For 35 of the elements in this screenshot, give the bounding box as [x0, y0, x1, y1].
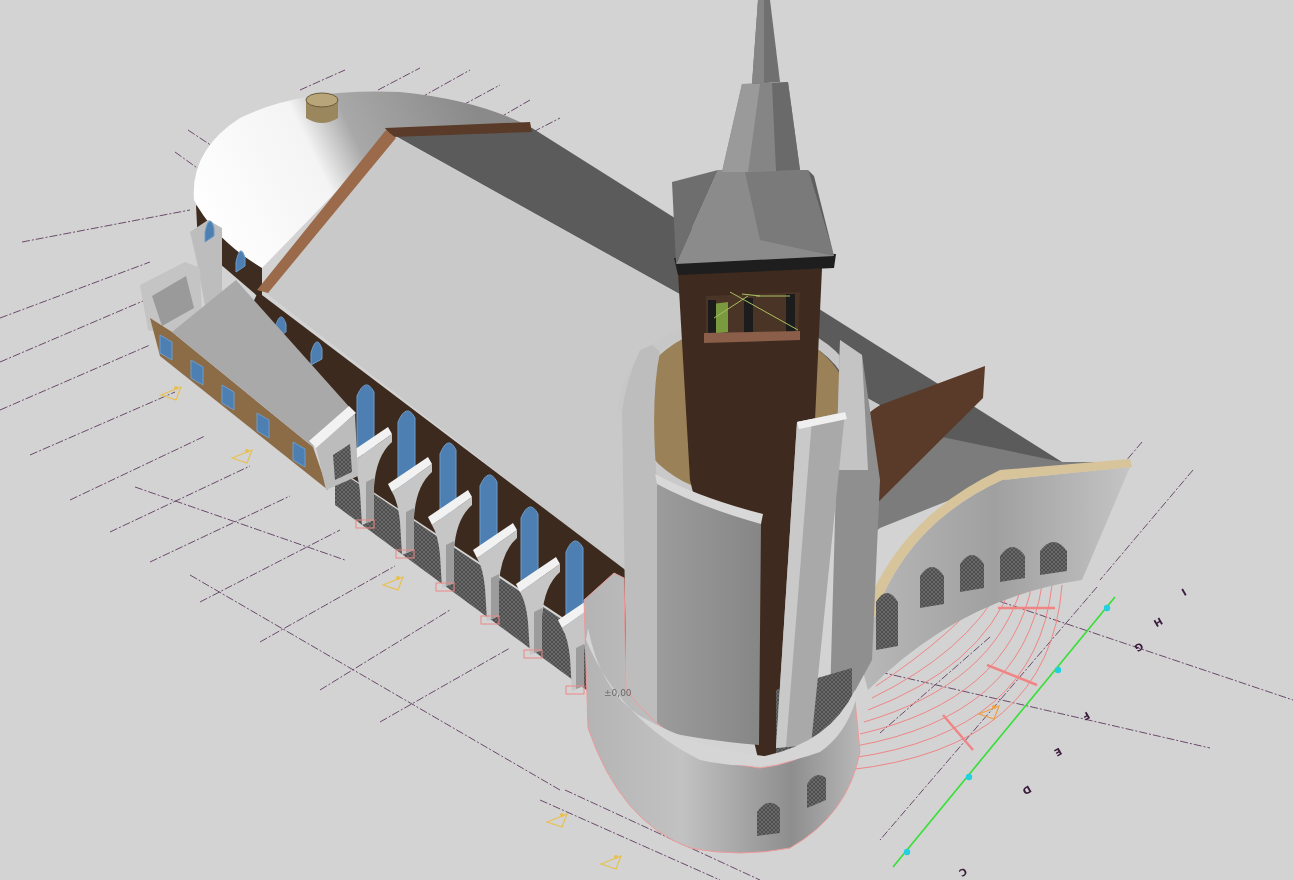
- point-marker-icon: [965, 773, 973, 781]
- grid-axis-label: G: [1132, 640, 1146, 654]
- level-marker-icon: [381, 575, 405, 591]
- level-marker-icon: [230, 448, 254, 464]
- level-marker-icon: [159, 385, 183, 401]
- window: [221, 384, 235, 411]
- grid-axis-label: E: [1052, 745, 1064, 759]
- arch-opening: [920, 567, 944, 608]
- arched-window: [310, 341, 323, 366]
- level-marker-icon: [599, 854, 623, 870]
- grid-axis-label: H: [1151, 615, 1165, 629]
- arch-opening: [1040, 542, 1067, 575]
- grid-axis-label: D: [1020, 783, 1034, 797]
- arch-opening: [960, 555, 984, 592]
- arch-opening: [757, 802, 780, 836]
- point-marker-icon: [1103, 604, 1111, 612]
- point-marker-icon: [1054, 666, 1062, 674]
- window: [190, 359, 204, 386]
- grid-line: [299, 69, 346, 91]
- grid-axis-label: F: [1080, 709, 1092, 723]
- arch-opening: [807, 775, 826, 808]
- arch-opening: [1000, 547, 1025, 582]
- arched-window: [235, 250, 246, 273]
- grid-axis-label: C: [957, 865, 969, 879]
- grid-line: [377, 67, 421, 91]
- level-marker-icon: [977, 704, 1001, 720]
- window: [292, 441, 306, 468]
- point-marker-icon: [903, 848, 911, 856]
- lantern-ring: [305, 92, 339, 123]
- grid-axis-label: I: [1179, 586, 1189, 598]
- level-label: ±0,00: [604, 688, 632, 698]
- window: [256, 412, 270, 439]
- level-marker-icon: [545, 812, 569, 828]
- arched-window: [204, 220, 215, 243]
- grid-line: [187, 129, 213, 147]
